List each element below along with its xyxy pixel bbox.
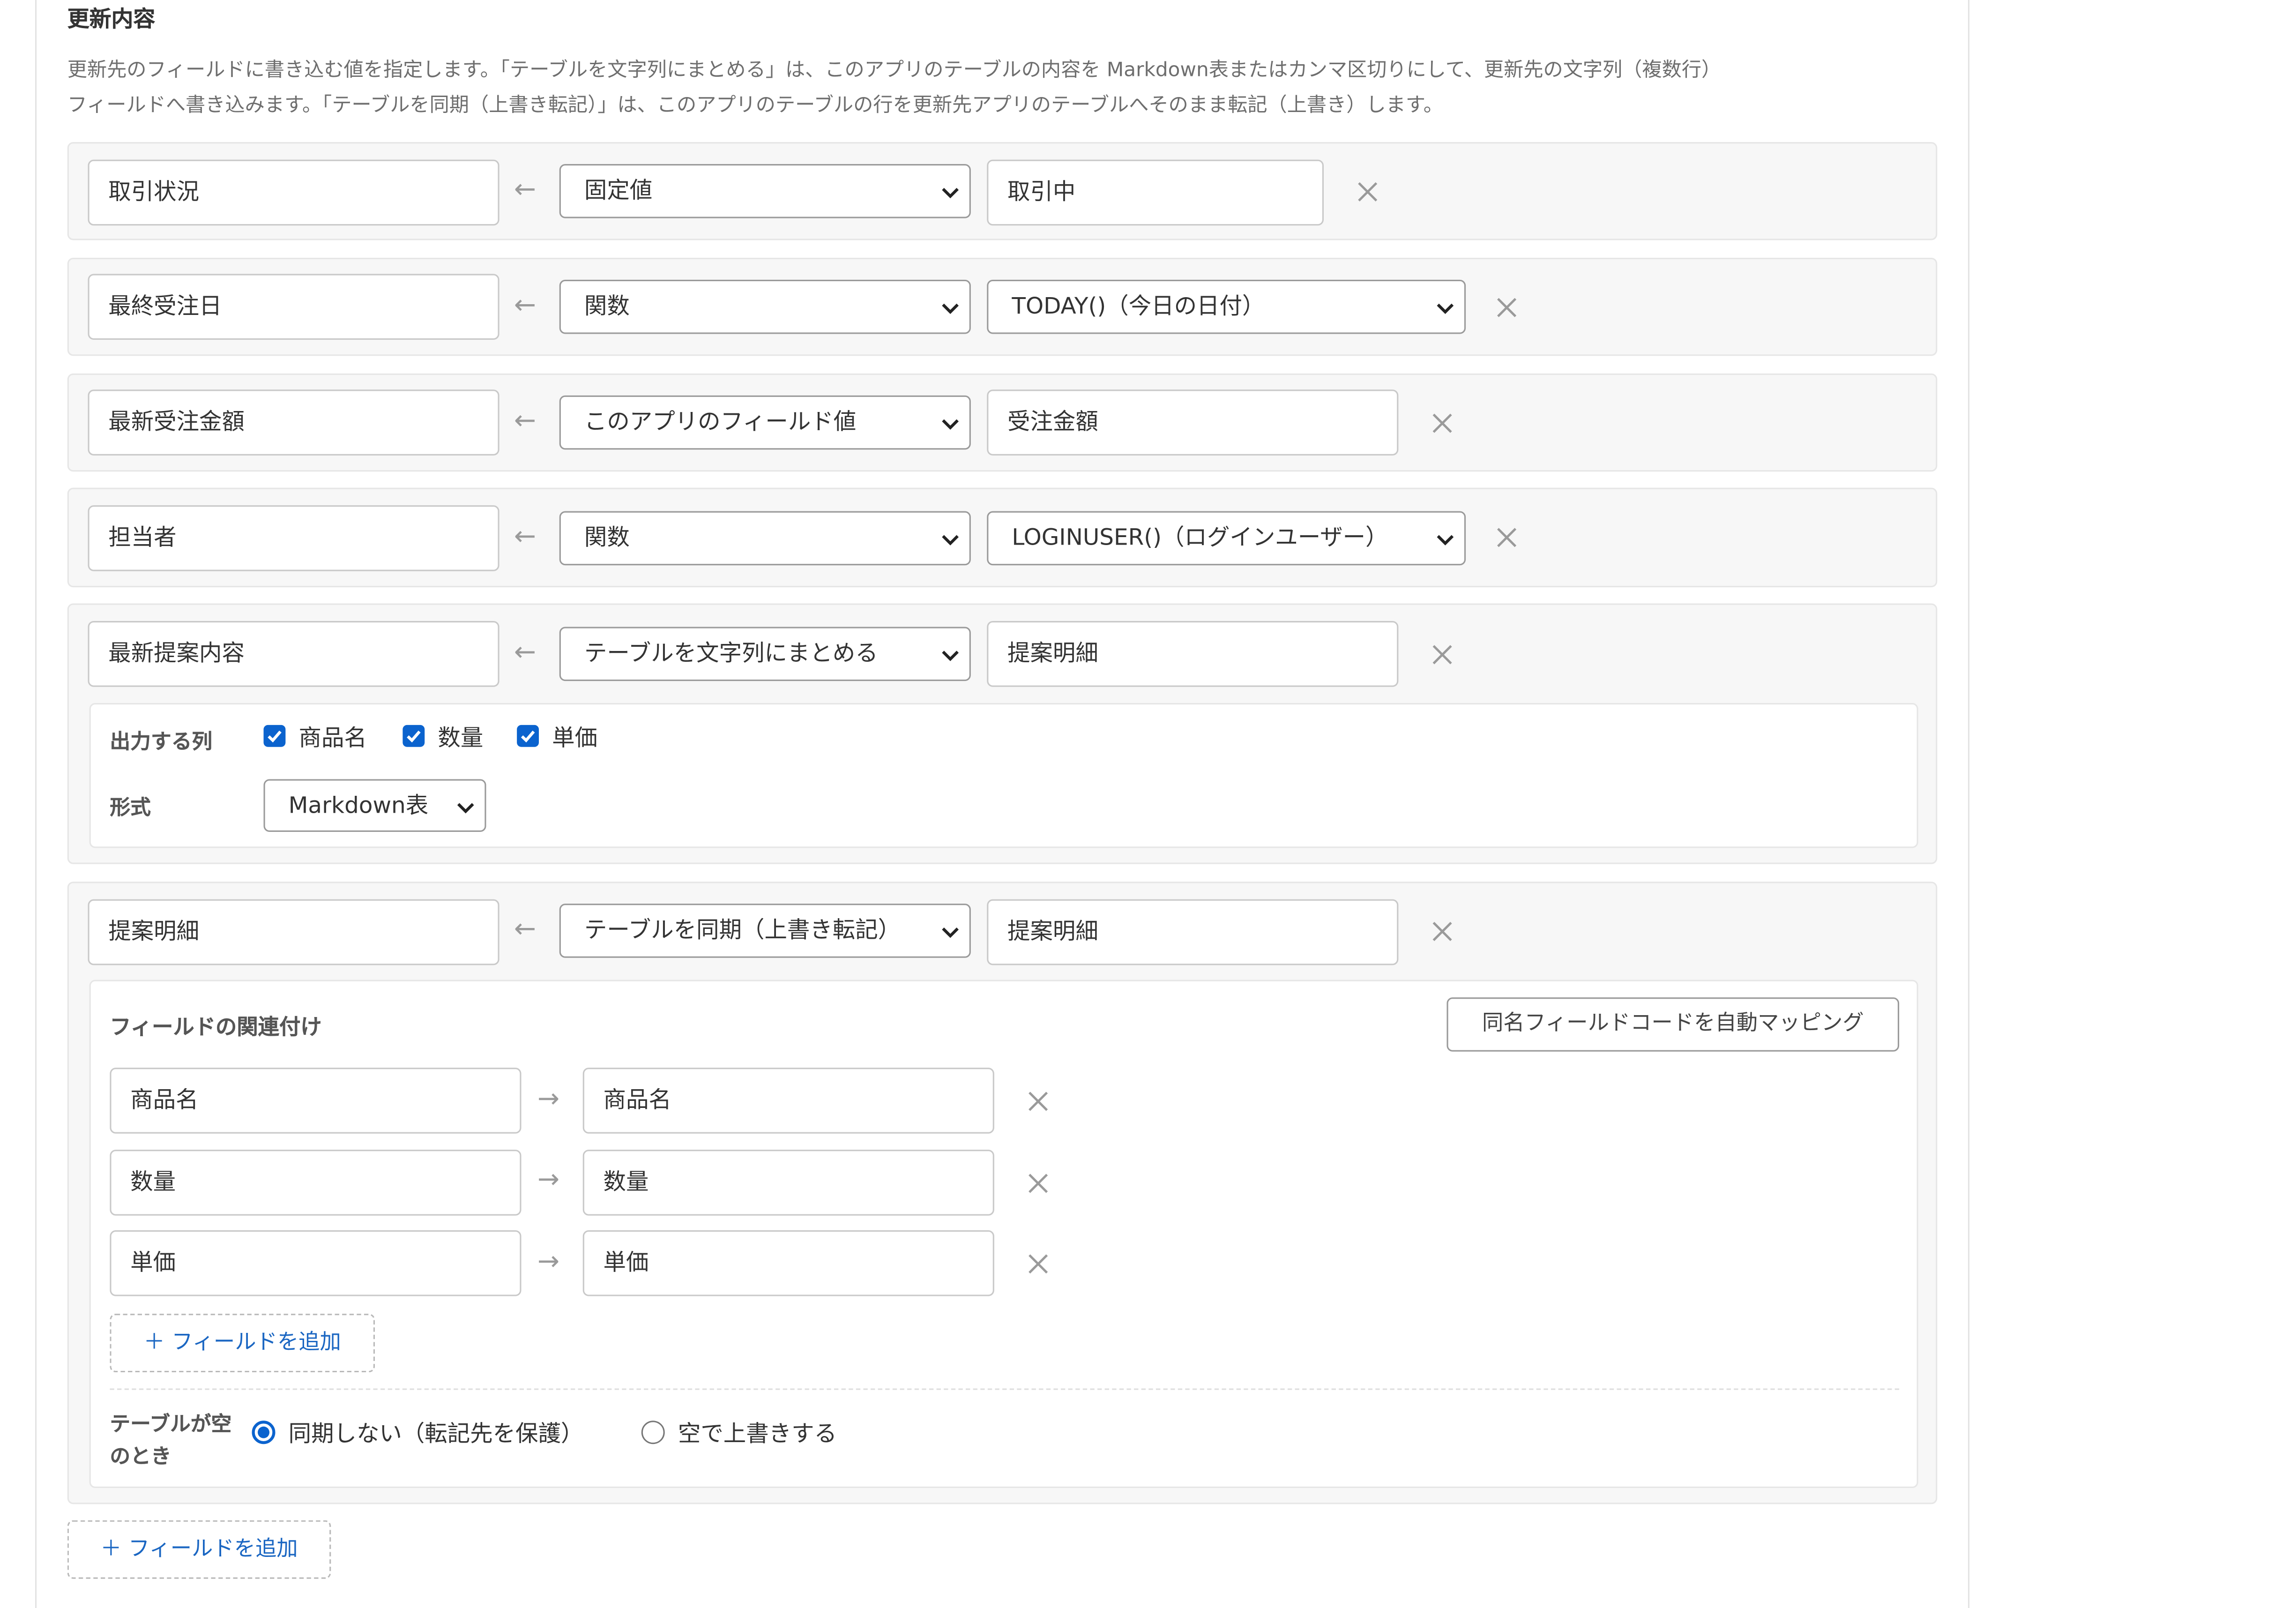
empty-table-label-line-1: テーブルが空 [110,1413,232,1437]
left-arrow-icon: ← [514,637,537,668]
target-field-input[interactable]: 最新提案内容 [88,621,499,687]
column-checkbox-2[interactable] [403,725,425,747]
columns-label: 出力する列 [110,731,213,755]
mapping-dest-input[interactable]: 商品名 [582,1068,994,1134]
section-description: 更新先のフィールドに書き込む値を指定します。「テーブルを文字列にまとめる」は、こ… [67,53,1942,123]
divider [110,1388,1900,1390]
mapping-source-input[interactable]: 商品名 [110,1068,522,1134]
chevron-down-icon [457,803,474,814]
value-type-selected: このアプリのフィールド値 [584,408,857,435]
left-arrow-icon: ← [514,405,537,437]
function-selected: LOGINUSER()（ログインユーザー） [1012,524,1388,551]
source-table-input[interactable]: 提案明細 [987,621,1399,687]
close-icon[interactable] [1432,413,1453,434]
source-field-input[interactable]: 受注金額 [987,389,1399,456]
mapping-dest-input[interactable]: 数量 [582,1150,994,1216]
value-type-selected: 関数 [584,524,630,551]
mapping-dest-input[interactable]: 単価 [582,1230,994,1296]
target-field-input[interactable]: 最終受注日 [88,274,499,340]
value-type-selected: テーブルを文字列にまとめる [584,640,878,666]
close-icon[interactable] [1028,1173,1049,1194]
close-icon[interactable] [1432,921,1453,942]
mapping-title: フィールドの関連付け [110,1016,322,1040]
mapping-source-input[interactable]: 単価 [110,1230,522,1296]
check-icon [521,730,535,743]
function-select[interactable]: LOGINUSER()（ログインユーザー） [987,511,1466,566]
add-mapping-button[interactable]: ＋ フィールドを追加 [110,1314,375,1373]
chevron-down-icon [942,927,959,938]
function-select[interactable]: TODAY()（今日の日付） [987,279,1466,334]
update-row-6: 提案明細 ← テーブルを同期（上書き転記） 提案明細 フィールドの関連付け 同名… [67,882,1938,1504]
chevron-down-icon [942,535,959,546]
update-row-5: 最新提案内容 ← テーブルを文字列にまとめる 提案明細 出力する列 商品名 数量… [67,603,1938,864]
update-row-2: 最終受注日 ← 関数 TODAY()（今日の日付） [67,258,1938,356]
format-label: 形式 [110,797,151,820]
radio-overwrite-empty[interactable] [641,1421,665,1444]
chevron-down-icon [1437,535,1454,546]
left-arrow-icon: ← [514,290,537,321]
auto-map-button[interactable]: 同名フィールドコードを自動マッピング [1446,997,1900,1052]
source-table-input[interactable]: 提案明細 [987,899,1399,965]
target-field-input[interactable]: 提案明細 [88,899,499,965]
value-type-select[interactable]: 固定値 [559,164,971,218]
description-line-1: 更新先のフィールドに書き込む値を指定します。「テーブルを文字列にまとめる」は、こ… [67,59,1722,82]
left-arrow-icon: ← [514,521,537,553]
close-icon[interactable] [1028,1091,1049,1112]
radio-overwrite-empty-label: 空で上書きする [678,1421,837,1447]
string-options-panel: 出力する列 商品名 数量 単価 形式 Markdown表 [89,703,1918,848]
chevron-down-icon [942,651,959,661]
format-select[interactable]: Markdown表 [263,779,486,832]
right-arrow-icon: → [537,1164,560,1195]
close-icon[interactable] [1028,1254,1049,1274]
chevron-down-icon [942,187,959,199]
value-type-select[interactable]: テーブルを同期（上書き転記） [559,904,971,958]
empty-table-label-line-2: のとき [110,1445,171,1469]
value-type-selected: 関数 [584,293,630,320]
target-field-input[interactable]: 取引状況 [88,159,499,226]
column-checkbox-3[interactable] [517,725,539,747]
empty-table-label: テーブルが空 のとき [110,1409,231,1473]
column-label-1: 商品名 [298,725,367,752]
value-type-selected: 固定値 [584,177,653,204]
close-icon[interactable] [1432,644,1453,665]
left-arrow-icon: ← [514,174,537,205]
right-arrow-icon: → [537,1246,560,1277]
chevron-down-icon [1437,303,1454,314]
update-row-3: 最新受注金額 ← このアプリのフィールド値 受注金額 [67,373,1938,472]
column-label-3: 単価 [552,725,598,752]
check-icon [268,730,282,743]
value-type-select[interactable]: 関数 [559,279,971,334]
left-arrow-icon: ← [514,914,537,945]
check-icon [407,730,421,743]
close-icon[interactable] [1497,297,1517,318]
value-type-select[interactable]: テーブルを文字列にまとめる [559,627,971,681]
close-icon[interactable] [1497,527,1517,548]
canvas: 更新内容 更新先のフィールドに書き込む値を指定します。「テーブルを文字列にまとめ… [0,0,2296,1608]
column-label-2: 数量 [438,725,484,752]
close-icon[interactable] [1357,182,1378,202]
column-checkbox-1[interactable] [263,725,286,747]
description-line-2: フィールドへ書き込みます。「テーブルを同期（上書き転記）」は、このアプリのテーブ… [67,94,1444,117]
function-selected: TODAY()（今日の日付） [1012,293,1265,320]
right-arrow-icon: → [537,1084,560,1115]
mapping-source-input[interactable]: 数量 [110,1150,522,1216]
update-row-1: 取引状況 ← 固定値 取引中 [67,142,1938,240]
format-selected: Markdown表 [288,792,429,819]
value-type-select[interactable]: このアプリのフィールド値 [559,395,971,450]
sync-options-panel: フィールドの関連付け 同名フィールドコードを自動マッピング 商品名 → 商品名 … [89,980,1918,1488]
value-type-selected: テーブルを同期（上書き転記） [584,917,901,943]
update-row-4: 担当者 ← 関数 LOGINUSER()（ログインユーザー） [67,487,1938,588]
section-title: 更新内容 [67,6,156,32]
add-field-button[interactable]: ＋ フィールドを追加 [67,1520,331,1579]
fixed-value-input[interactable]: 取引中 [987,159,1324,226]
radio-no-sync-label: 同期しない（転記先を保護） [288,1421,584,1447]
value-type-select[interactable]: 関数 [559,511,971,566]
radio-no-sync[interactable] [252,1421,276,1444]
target-field-input[interactable]: 担当者 [88,505,499,571]
target-field-input[interactable]: 最新受注金額 [88,389,499,456]
chevron-down-icon [942,419,959,430]
chevron-down-icon [942,303,959,314]
